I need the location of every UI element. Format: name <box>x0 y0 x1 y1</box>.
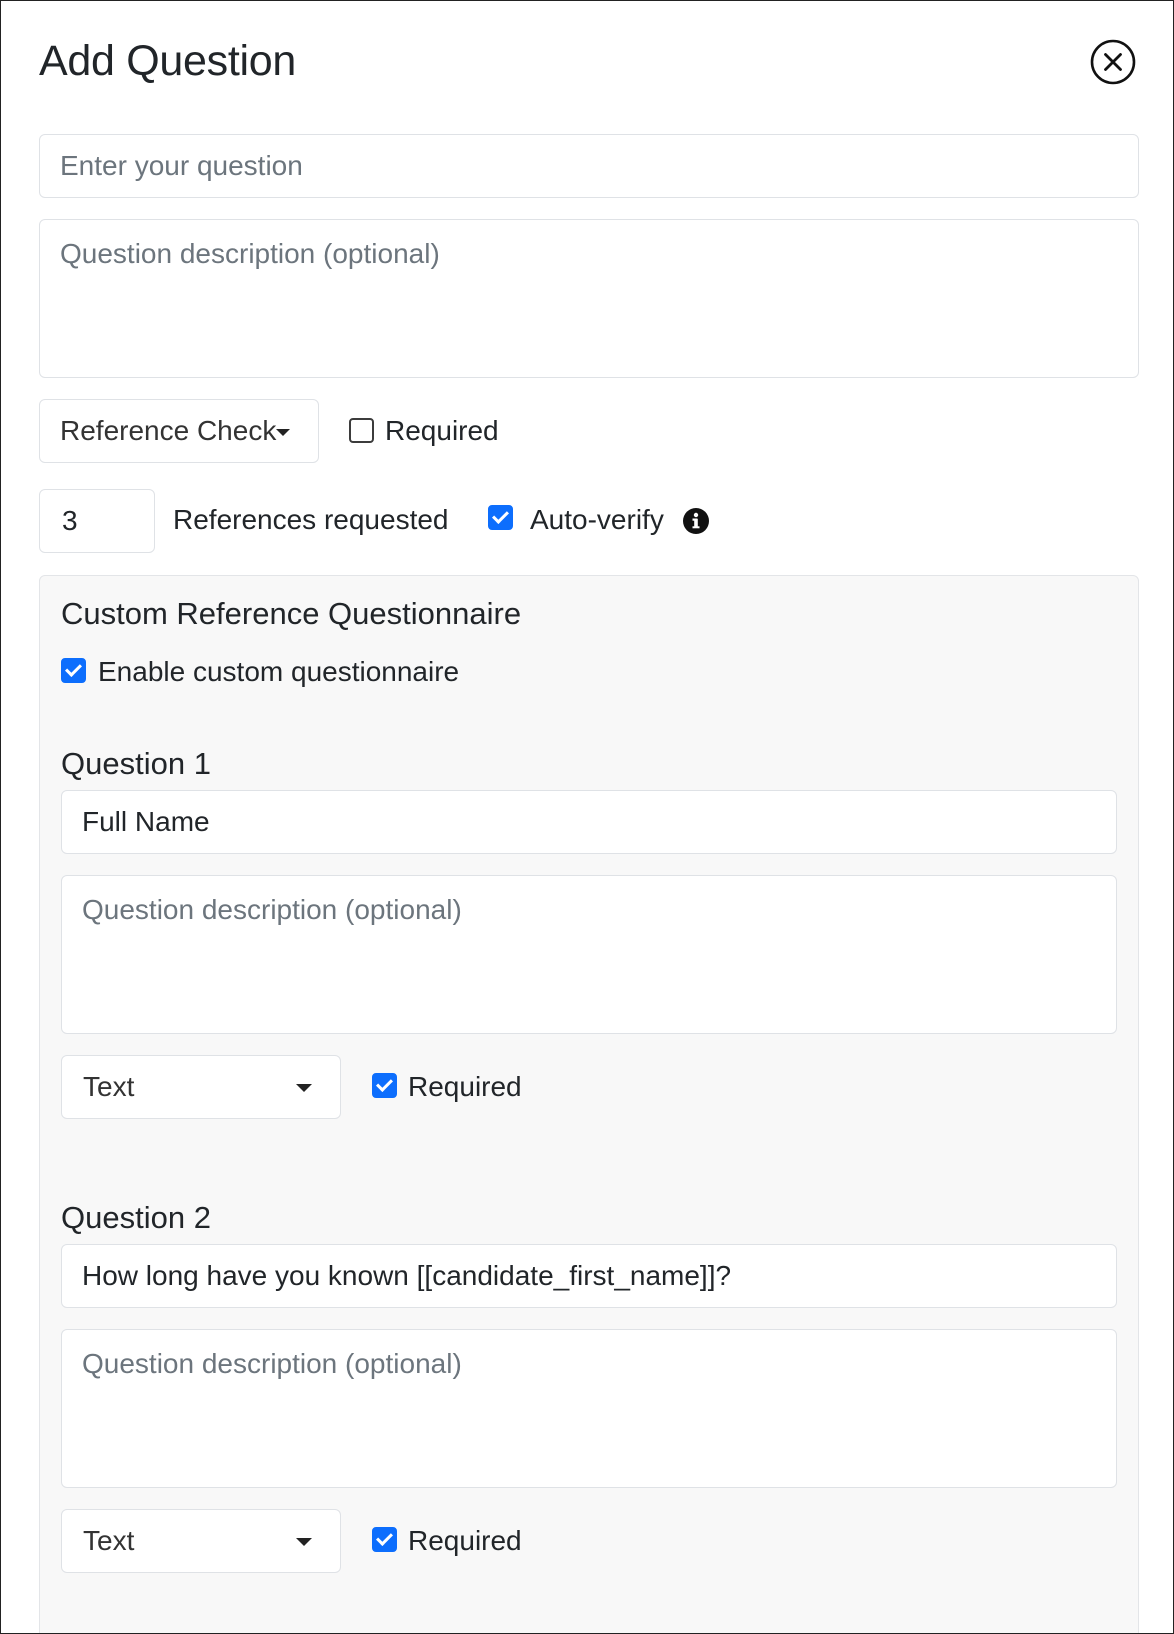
question-1-input[interactable] <box>61 790 1117 854</box>
enable-questionnaire-checkbox[interactable] <box>61 658 86 683</box>
question-type-value: Reference Check <box>60 415 277 446</box>
question-2-type-value: Text <box>83 1525 135 1556</box>
question-1-type-select[interactable]: Text <box>61 1055 341 1119</box>
add-question-modal: Add Question Reference Check Required Re… <box>0 0 1174 1634</box>
custom-questionnaire-panel: Custom Reference Questionnaire Enable cu… <box>39 575 1139 1633</box>
question-type-select[interactable]: Reference Check <box>39 399 319 463</box>
questionnaire-heading: Custom Reference Questionnaire <box>61 596 522 631</box>
question-1-type-value: Text <box>83 1071 135 1102</box>
question-1-required-checkbox[interactable] <box>372 1073 397 1098</box>
required-checkbox[interactable] <box>349 418 374 443</box>
auto-verify-checkbox[interactable] <box>488 505 513 530</box>
question-2-input[interactable] <box>61 1244 1117 1308</box>
close-button[interactable] <box>1090 39 1136 85</box>
question-1-required-label: Required <box>408 1071 522 1102</box>
question-input[interactable] <box>39 134 1139 198</box>
info-circle-icon[interactable] <box>682 507 710 535</box>
references-count-input[interactable] <box>39 489 155 553</box>
chevron-down-icon <box>276 429 290 436</box>
question-2-required-label: Required <box>408 1525 522 1556</box>
close-circle-icon <box>1090 39 1136 85</box>
question-2-type-select[interactable]: Text <box>61 1509 341 1573</box>
required-label: Required <box>385 415 499 446</box>
chevron-down-icon <box>296 1538 312 1546</box>
references-requested-label: References requested <box>173 504 449 535</box>
question-1-description-textarea[interactable] <box>61 875 1117 1034</box>
question-1-heading: Question 1 <box>61 746 211 781</box>
enable-questionnaire-label: Enable custom questionnaire <box>98 656 460 687</box>
auto-verify-label: Auto-verify <box>530 504 664 535</box>
question-description-textarea[interactable] <box>39 219 1139 378</box>
chevron-down-icon <box>296 1084 312 1092</box>
modal-title: Add Question <box>39 37 296 85</box>
question-2-required-checkbox[interactable] <box>372 1527 397 1552</box>
question-2-heading: Question 2 <box>61 1200 211 1235</box>
question-2-description-textarea[interactable] <box>61 1329 1117 1488</box>
